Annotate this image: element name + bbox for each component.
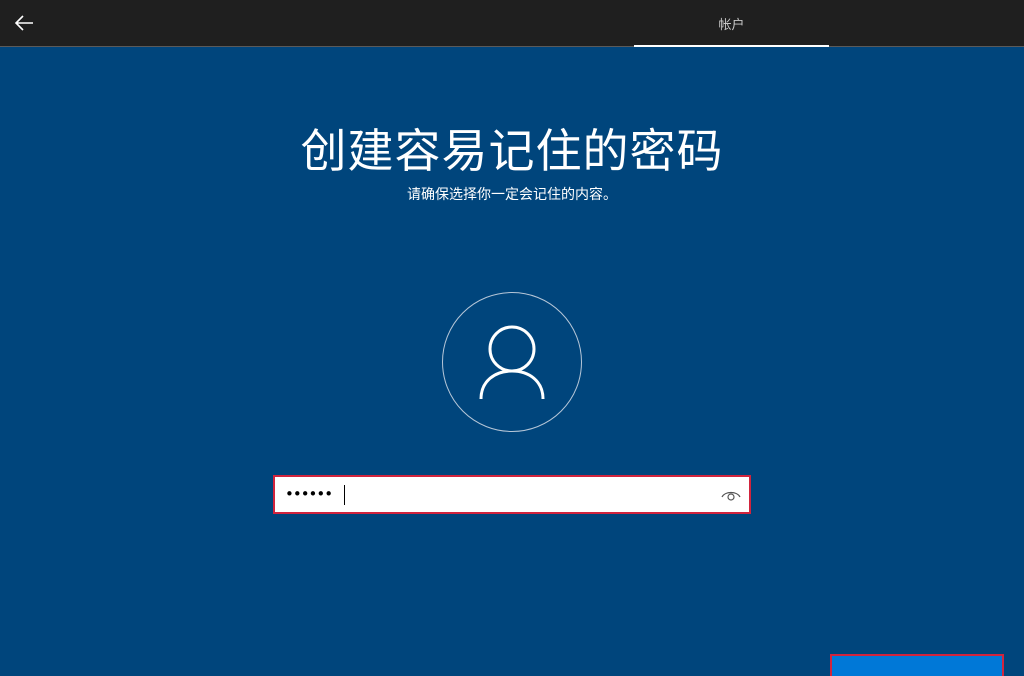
eye-icon [721, 491, 741, 501]
password-field[interactable]: •••••• [273, 475, 751, 514]
top-bar: 帐户 [0, 0, 1024, 47]
tab-underline [634, 45, 829, 47]
tab-account-label: 帐户 [718, 17, 745, 33]
page-title: 创建容易记住的密码 [300, 124, 724, 178]
text-caret [344, 485, 345, 505]
tab-account[interactable]: 帐户 [634, 0, 829, 47]
back-arrow-icon [14, 15, 33, 31]
avatar [442, 292, 582, 432]
password-value: •••••• [285, 485, 333, 503]
back-button[interactable] [8, 8, 40, 38]
page-subtitle: 请确保选择你一定会记住的内容。 [407, 187, 617, 203]
user-icon [479, 325, 545, 400]
next-button[interactable] [830, 654, 1004, 676]
reveal-password-button[interactable] [719, 483, 743, 507]
